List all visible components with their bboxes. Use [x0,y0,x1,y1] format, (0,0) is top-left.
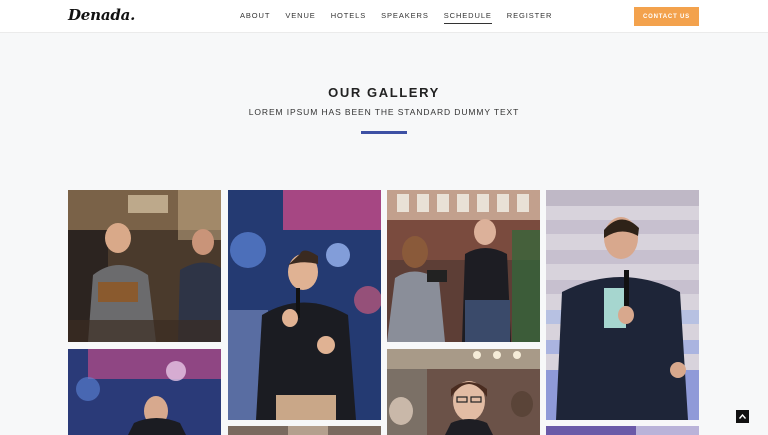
logo[interactable]: Denada. [68,6,135,24]
nav-item-about[interactable]: ABOUT [240,11,270,24]
gallery-photo[interactable] [546,190,699,420]
nav-item-venue[interactable]: VENUE [285,11,315,24]
gallery-photo[interactable] [68,190,221,342]
contact-us-button[interactable]: CONTACT US [634,7,699,26]
gallery-photo[interactable] [546,426,699,435]
nav-item-hotels[interactable]: HOTELS [331,11,366,24]
gallery-photo[interactable] [387,349,540,435]
main-nav: ABOUT VENUE HOTELS SPEAKERS SCHEDULE REG… [240,11,567,24]
scroll-to-top-button[interactable] [736,410,749,423]
gallery-photo[interactable] [68,349,221,435]
nav-item-register[interactable]: REGISTER [507,11,553,24]
gallery-subtitle: LOREM IPSUM HAS BEEN THE STANDARD DUMMY … [248,107,520,117]
gallery-photo[interactable] [228,426,381,435]
gallery-photo[interactable] [387,190,540,342]
gallery-title: OUR GALLERY [328,85,440,100]
title-underline [361,131,407,134]
site-header: Denada. ABOUT VENUE HOTELS SPEAKERS SCHE… [0,0,768,33]
nav-item-schedule[interactable]: SCHEDULE [443,11,492,24]
gallery-photo[interactable] [228,190,381,420]
chevron-up-icon [739,414,746,419]
nav-item-speakers[interactable]: SPEAKERS [381,11,429,24]
